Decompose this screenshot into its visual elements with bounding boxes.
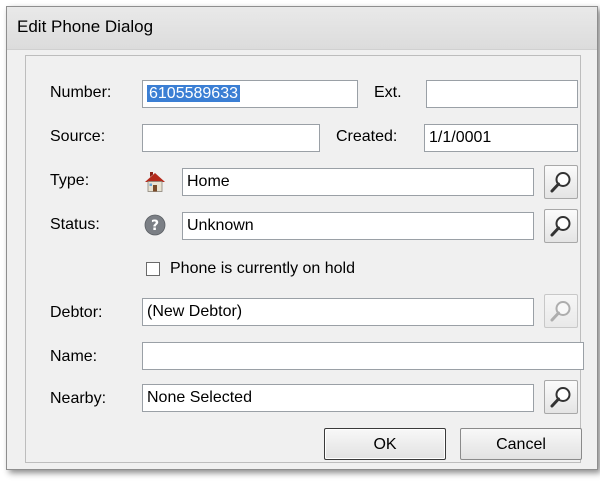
nearby-search-button[interactable]	[544, 380, 578, 414]
magnifier-icon	[550, 216, 571, 237]
home-icon	[145, 172, 165, 192]
nearby-label: Nearby:	[50, 390, 107, 407]
status-search-button[interactable]	[544, 209, 578, 243]
ext-label: Ext.	[374, 84, 402, 101]
number-input[interactable]: 6105589633	[142, 80, 358, 108]
type-label: Type:	[50, 172, 90, 189]
dialog-body: Number: 6105589633 Ext. Source: Created:…	[25, 55, 584, 463]
question-icon: ?	[144, 214, 166, 236]
number-label: Number:	[50, 84, 112, 101]
name-input[interactable]	[142, 342, 584, 370]
name-label: Name:	[50, 348, 98, 365]
dialog-title: Edit Phone Dialog	[17, 17, 154, 36]
magnifier-icon	[550, 387, 571, 408]
svg-text:?: ?	[151, 218, 159, 234]
dialog-titlebar[interactable]: Edit Phone Dialog	[7, 7, 597, 50]
debtor-label: Debtor:	[50, 304, 103, 321]
on-hold-label: Phone is currently on hold	[170, 260, 355, 277]
type-input[interactable]: Home	[182, 168, 534, 196]
status-label: Status:	[50, 216, 100, 233]
source-label: Source:	[50, 128, 106, 145]
number-value: 6105589633	[147, 85, 240, 102]
created-label: Created:	[336, 128, 398, 145]
debtor-search-button[interactable]	[544, 294, 578, 328]
ok-button[interactable]: OK	[324, 428, 446, 460]
source-input[interactable]	[142, 124, 320, 152]
on-hold-checkbox[interactable]	[146, 262, 160, 276]
debtor-input[interactable]: (New Debtor)	[142, 298, 534, 326]
magnifier-icon	[550, 301, 571, 322]
created-input[interactable]: 1/1/0001	[424, 124, 578, 152]
ext-input[interactable]	[426, 80, 578, 108]
cancel-button[interactable]: Cancel	[460, 428, 582, 460]
nearby-input[interactable]: None Selected	[142, 384, 534, 412]
status-input[interactable]: Unknown	[182, 212, 534, 240]
magnifier-icon	[550, 172, 571, 193]
type-search-button[interactable]	[544, 165, 578, 199]
edit-phone-dialog: Edit Phone Dialog Number: 6105589633 Ext…	[6, 6, 598, 470]
